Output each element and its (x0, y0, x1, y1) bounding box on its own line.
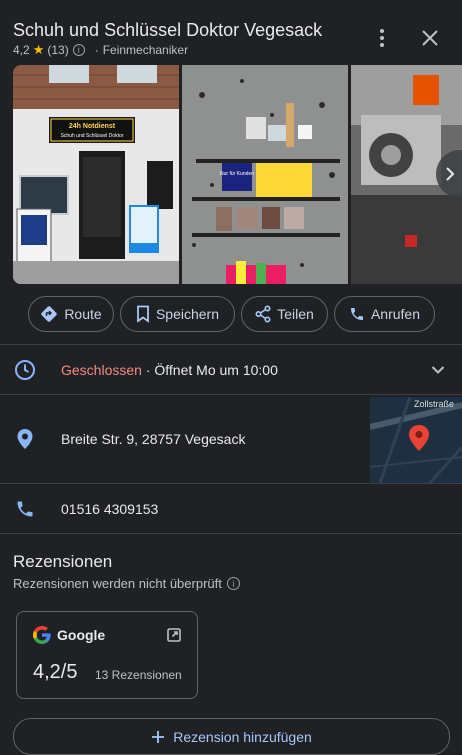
rating-value: 4,2 (13, 43, 30, 57)
photo-storefront[interactable]: 24h Notdienst Schuh und Schlüssel Doktor (13, 65, 179, 284)
info-icon[interactable]: i (226, 577, 240, 590)
reviews-disclaimer-text: Rezensionen werden nicht überprüft (13, 576, 222, 591)
divider (0, 533, 462, 534)
star-icon: ★ (32, 42, 45, 57)
google-review-card[interactable]: Google 4,2/5 13 Rezensionen (16, 611, 198, 699)
open-external-icon[interactable] (165, 626, 183, 644)
place-header: Schuh und Schlüssel Doktor Vegesack 4,2 … (0, 0, 462, 64)
close-button[interactable] (418, 26, 442, 50)
chevron-right-icon (446, 167, 455, 181)
save-label: Speichern (155, 306, 220, 322)
hours-status: Geschlossen · Öffnet Mo um 10:00 (61, 362, 278, 378)
share-button[interactable]: Teilen (241, 296, 328, 332)
more-options-button[interactable] (370, 26, 394, 50)
address-text: Breite Str. 9, 28757 Vegesack (61, 431, 246, 447)
chevron-down-icon[interactable] (426, 358, 450, 382)
next-opening: Öffnet Mo um 10:00 (154, 362, 278, 378)
plus-icon (152, 730, 165, 743)
google-logo-icon (33, 626, 51, 644)
share-icon (255, 305, 271, 323)
reviews-disclaimer: Rezensionen werden nicht überprüft i (13, 576, 240, 591)
call-label: Anrufen (370, 306, 421, 322)
map-street-label: Zollstraße (414, 399, 454, 409)
call-button[interactable]: Anrufen (334, 296, 435, 332)
add-review-label: Rezension hinzufügen (173, 728, 312, 745)
route-button[interactable]: Route (28, 296, 114, 332)
place-category[interactable]: Feinmechaniker (103, 43, 188, 57)
phone-number: 01516 4309153 (61, 501, 159, 517)
shelf-label: Nur für Kunden (220, 171, 254, 177)
shop-sign-line2: Schuh und Schlüssel Doktor (61, 133, 124, 139)
separator-dot: · (94, 43, 99, 57)
rating-line: 4,2 ★ (13) i · Feinmechaniker (13, 42, 188, 58)
share-label: Teilen (277, 306, 314, 322)
map-thumbnail[interactable]: Zollstraße (370, 397, 462, 483)
photo-carousel[interactable]: 24h Notdienst Schuh und Schlüssel Doktor (13, 65, 462, 284)
reviews-heading: Rezensionen (13, 552, 113, 571)
save-button[interactable]: Speichern (120, 296, 235, 332)
route-label: Route (64, 306, 102, 322)
phone-icon (13, 497, 37, 521)
phone-icon (350, 308, 363, 320)
review-count[interactable]: (13) (47, 43, 68, 57)
review-count-label: 13 Rezensionen (95, 668, 182, 682)
photo-shelf[interactable]: Nur für Kunden (182, 65, 348, 284)
closed-status: Geschlossen (61, 362, 142, 378)
divider (0, 394, 462, 395)
place-title: Schuh und Schlüssel Doktor Vegesack (13, 20, 323, 40)
action-bar: Route Speichern Teilen Anrufen (0, 296, 462, 332)
shop-sign-line1: 24h Notdienst (69, 123, 116, 130)
add-review-button[interactable]: Rezension hinzufügen (13, 718, 450, 755)
hours-separator: · (141, 362, 155, 378)
bookmark-icon (137, 305, 149, 323)
divider (0, 344, 462, 345)
review-score: 4,2/5 (33, 661, 78, 683)
location-pin-icon (13, 427, 37, 451)
info-icon[interactable]: i (72, 44, 85, 56)
directions-icon (41, 306, 57, 322)
close-icon (422, 30, 438, 46)
more-vert-icon (380, 29, 384, 47)
review-source-name: Google (57, 627, 106, 643)
clock-icon (13, 358, 37, 382)
divider (0, 483, 462, 484)
